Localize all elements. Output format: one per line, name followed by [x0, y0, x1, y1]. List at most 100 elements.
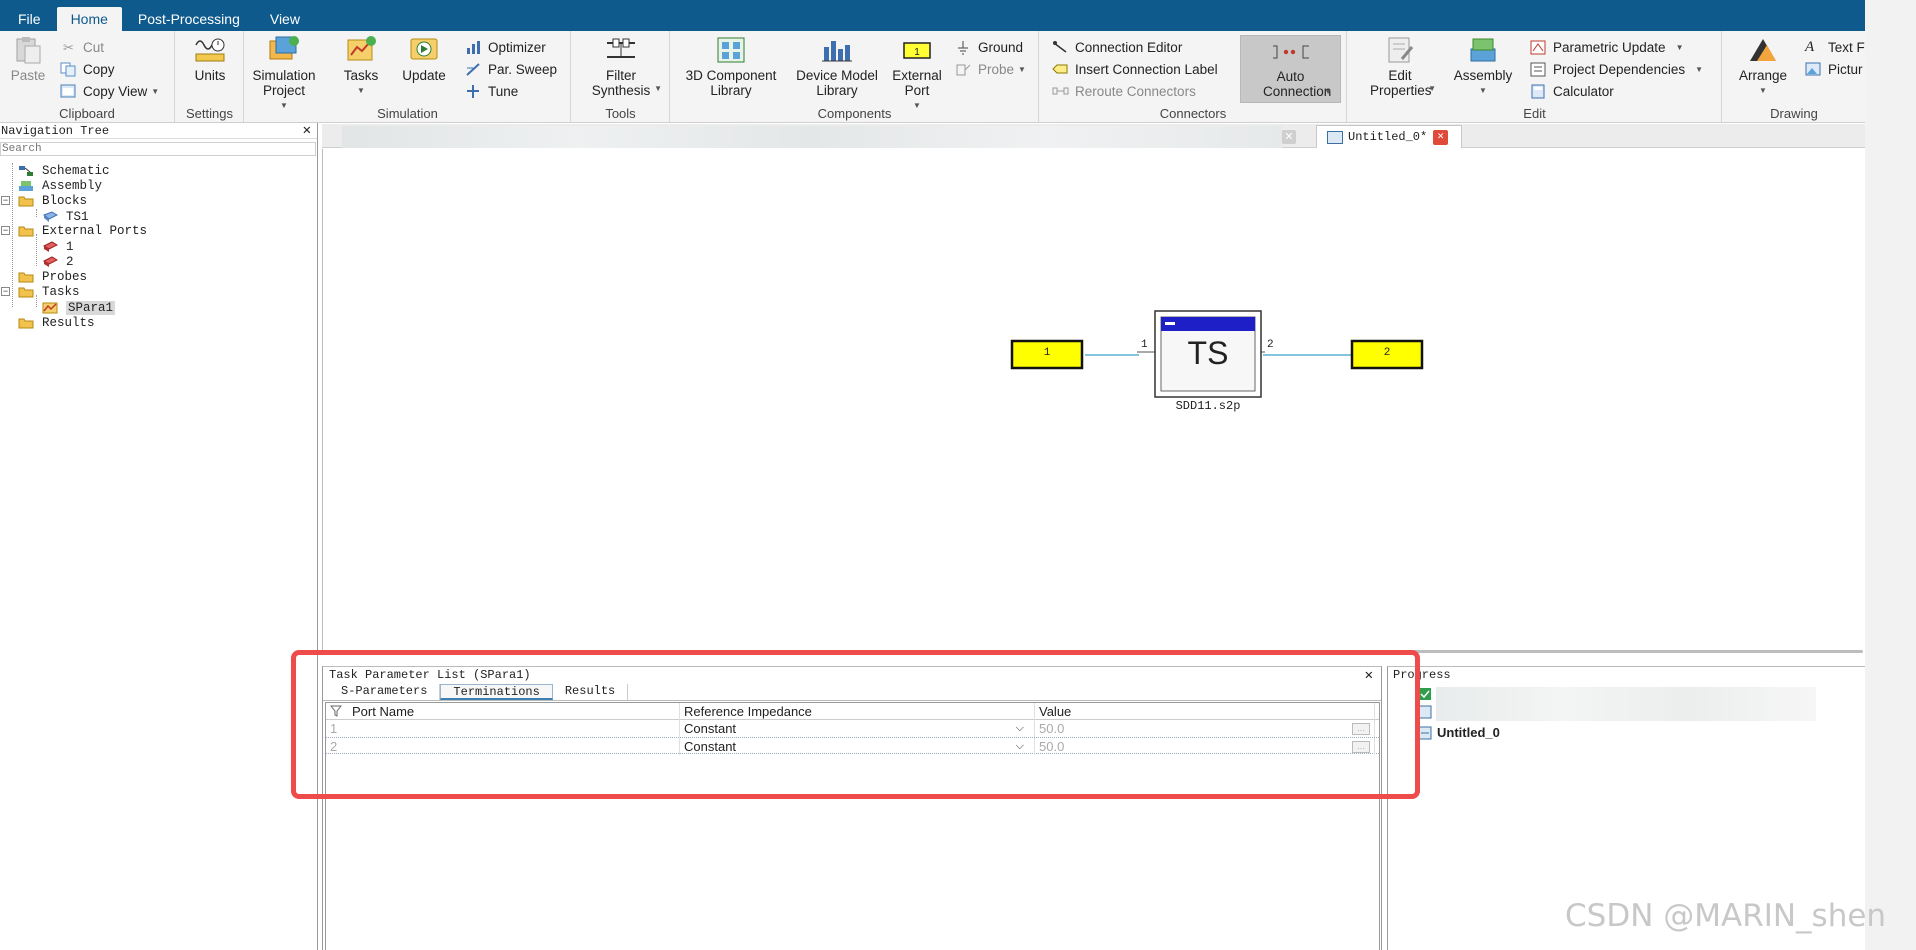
project-dependencies-button[interactable]: Project Dependencies ▼: [1530, 59, 1703, 79]
device-model-icon: [822, 41, 852, 62]
close-icon[interactable]: ✕: [1282, 130, 1296, 144]
close-icon[interactable]: ✕: [1365, 667, 1373, 684]
tab-terminations[interactable]: Terminations: [440, 684, 553, 700]
tasks-button[interactable]: Tasks ▼: [343, 35, 379, 98]
table-row[interactable]: 2 Constant ⌵ 50.0...: [326, 737, 1379, 755]
tree-item-external-ports[interactable]: External Ports: [18, 223, 147, 238]
horizontal-scrollbar[interactable]: [1383, 650, 1863, 653]
collapse-icon[interactable]: −: [1, 226, 10, 235]
simulation-project-button[interactable]: Simulation Project ▼: [249, 35, 319, 113]
filter-icon[interactable]: [329, 705, 343, 717]
collapse-icon[interactable]: −: [1, 196, 10, 205]
connection-editor-button[interactable]: Connection Editor: [1052, 37, 1182, 57]
chevron-down-icon[interactable]: ⌵: [1016, 738, 1024, 755]
3d-component-library-button[interactable]: 3D Component Library: [679, 35, 783, 98]
picture-button[interactable]: Pictur: [1805, 59, 1863, 79]
column-header-port-name[interactable]: Port Name: [326, 703, 680, 720]
navigation-tree-header: Navigation Tree ✕: [0, 123, 317, 139]
cell-reference-impedance[interactable]: Constant ⌵: [680, 720, 1035, 737]
text-frame-button[interactable]: A Text F: [1805, 37, 1865, 57]
tree-item-port-1[interactable]: 1: [42, 239, 74, 254]
schematic-canvas[interactable]: 1 2 TS 1 2 SDD11.s2p: [322, 149, 1865, 654]
cut-button[interactable]: ✂ Cut: [60, 37, 104, 57]
tree-item-probes[interactable]: Probes: [18, 269, 87, 284]
menu-tab-post-processing[interactable]: Post-Processing: [124, 7, 254, 31]
menu-tab-file[interactable]: File: [4, 7, 55, 31]
copy-view-button[interactable]: Copy View ▼: [60, 81, 159, 101]
column-header-value[interactable]: Value: [1035, 703, 1375, 720]
tree-item-schematic[interactable]: Schematic: [18, 163, 110, 178]
units-button[interactable]: Units: [190, 35, 230, 83]
update-button[interactable]: Update: [399, 35, 449, 83]
tree-item-assembly[interactable]: Assembly: [18, 178, 102, 193]
tune-button[interactable]: Tune: [465, 81, 518, 101]
reroute-connectors-button[interactable]: Reroute Connectors: [1052, 81, 1196, 101]
external-port-icon: 1: [903, 42, 931, 59]
ellipsis-button[interactable]: ...: [1352, 741, 1370, 753]
paste-button[interactable]: Paste: [8, 35, 48, 83]
tree-item-tasks[interactable]: Tasks: [18, 284, 80, 299]
window-edge: [1865, 0, 1916, 950]
tree-item-results[interactable]: Results: [18, 315, 95, 330]
tree-item-blocks[interactable]: Blocks: [18, 193, 87, 208]
parametric-update-button[interactable]: Parametric Update ▼: [1530, 37, 1683, 57]
task-parameter-tabs: S-Parameters Terminations Results: [323, 683, 1381, 701]
group-label-edit: Edit: [1523, 106, 1546, 121]
arrange-button[interactable]: Arrange ▼: [1735, 35, 1791, 98]
progress-item-untitled[interactable]: Untitled_0: [1418, 725, 1500, 740]
close-icon[interactable]: ✕: [303, 122, 311, 139]
par-sweep-button[interactable]: Par. Sweep: [465, 59, 557, 79]
progress-title: Progress: [1393, 668, 1451, 682]
menu-tab-home[interactable]: Home: [56, 7, 122, 31]
ellipsis-button[interactable]: ...: [1352, 723, 1370, 735]
chevron-down-icon[interactable]: ⌵: [1016, 720, 1024, 737]
ribbon-group-connectors: Connection Editor Insert Connection Labe…: [1040, 31, 1347, 122]
cell-value[interactable]: 50.0...: [1035, 720, 1375, 737]
tab-results[interactable]: Results: [553, 684, 629, 700]
ribbon-group-drawing: Arrange ▼ A Text F Pictur Drawing: [1723, 31, 1865, 122]
tab-s-parameters[interactable]: S-Parameters: [329, 684, 441, 700]
device-model-library-button[interactable]: Device Model Library: [789, 35, 885, 98]
external-port-button[interactable]: 1 External Port ▼: [889, 35, 945, 113]
group-label-tools: Tools: [605, 106, 636, 121]
tree-line: [36, 209, 37, 217]
assembly-button[interactable]: Assembly ▼: [1448, 35, 1518, 98]
document-tab-untitled[interactable]: Untitled_0* ✕: [1316, 125, 1462, 148]
chevron-down-icon: ▼: [151, 86, 160, 96]
tree-item-ts1[interactable]: TS1: [42, 209, 89, 224]
insert-connection-label-button[interactable]: Insert Connection Label: [1052, 59, 1218, 79]
folder-icon: [18, 226, 34, 236]
folder-icon: [18, 318, 34, 328]
cell-reference-impedance[interactable]: Constant ⌵: [680, 738, 1035, 755]
chevron-down-icon: ▼: [1759, 86, 1767, 95]
cell-value[interactable]: 50.0...: [1035, 738, 1375, 755]
edit-properties-button[interactable]: Edit Properties ▼: [1368, 35, 1436, 98]
blurred-progress-item: [1436, 687, 1816, 721]
filter-synthesis-button[interactable]: Filter Synthesis ▼: [582, 35, 662, 98]
port-icon: [42, 255, 58, 267]
probe-button[interactable]: Probe ▼: [955, 59, 1026, 79]
menu-tab-view[interactable]: View: [256, 7, 314, 31]
parametric-update-icon: [1530, 40, 1546, 54]
group-label-settings: Settings: [186, 106, 233, 121]
blurred-tab[interactable]: [342, 126, 1282, 148]
calculator-icon: [1531, 84, 1545, 98]
schematic-icon: [1418, 726, 1432, 739]
tree-item-spara1[interactable]: SPara1: [42, 300, 116, 315]
reroute-icon: [1052, 87, 1069, 94]
calculator-button[interactable]: Calculator: [1530, 81, 1614, 101]
table-row[interactable]: 1 Constant ⌵ 50.0...: [326, 720, 1379, 737]
scissors-icon: ✂: [63, 39, 74, 55]
component-library-icon: [717, 37, 745, 63]
connection-label-icon: [1052, 64, 1068, 73]
navigation-search-input[interactable]: [0, 142, 316, 156]
column-header-reference-impedance[interactable]: Reference Impedance: [680, 703, 1035, 720]
folder-icon: [18, 287, 34, 297]
tree-item-port-2[interactable]: 2: [42, 254, 74, 269]
ground-button[interactable]: Ground: [955, 37, 1023, 57]
copy-button[interactable]: Copy: [60, 59, 115, 79]
close-icon[interactable]: ✕: [1433, 129, 1449, 145]
auto-connection-button[interactable]: Auto Connection ▼: [1240, 35, 1341, 103]
collapse-icon[interactable]: −: [1, 287, 10, 296]
optimizer-button[interactable]: Optimizer: [465, 37, 546, 57]
